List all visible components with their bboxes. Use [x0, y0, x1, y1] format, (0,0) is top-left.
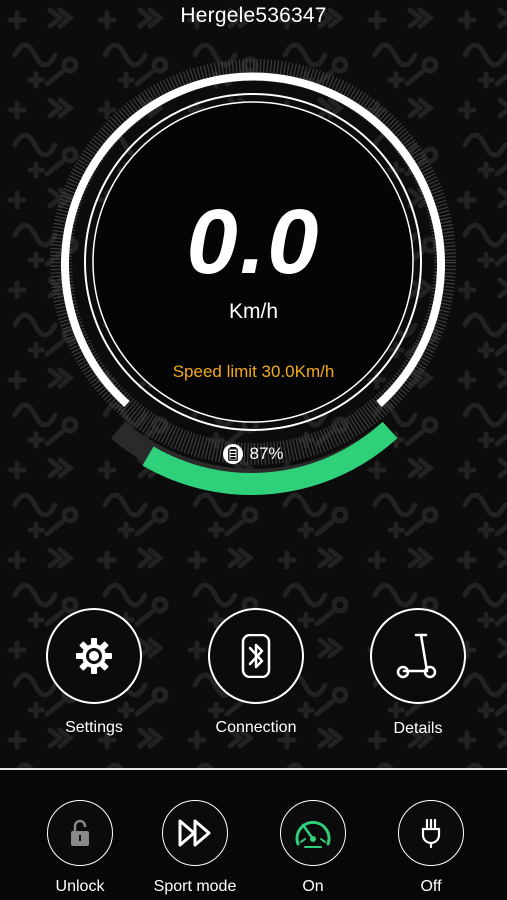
light-off-button[interactable] [398, 800, 464, 866]
speed-unit: Km/h [228, 300, 278, 323]
bluetooth-icon [241, 634, 271, 678]
speedometer-icon [295, 821, 331, 848]
battery-status: 87% [0, 444, 507, 464]
details-button[interactable] [370, 608, 466, 704]
unlock-label: Unlock [55, 878, 105, 895]
speed-on-button[interactable] [280, 800, 346, 866]
connection-button[interactable] [208, 608, 304, 704]
speed-limit-text: Speed limit 30.0Km/h [172, 362, 335, 381]
speed-on-label: On [302, 878, 324, 895]
padlock-open-icon [71, 819, 89, 846]
connection-label: Connection [215, 719, 297, 736]
details-label: Details [393, 720, 443, 737]
battery-percentage: 87% [249, 444, 284, 463]
fast-forward-icon [178, 819, 211, 847]
settings-button[interactable] [46, 608, 142, 704]
speed-value: 0.0 [186, 191, 321, 293]
settings-label: Settings [65, 719, 123, 736]
sport-mode-button[interactable] [162, 800, 228, 866]
unlock-button[interactable] [47, 800, 113, 866]
sport-mode-label: Sport mode [153, 878, 237, 895]
light-off-label: Off [420, 878, 442, 895]
gear-icon [76, 638, 112, 674]
battery-icon [223, 444, 244, 464]
scooter-icon [396, 633, 437, 679]
plug-icon [421, 818, 441, 849]
